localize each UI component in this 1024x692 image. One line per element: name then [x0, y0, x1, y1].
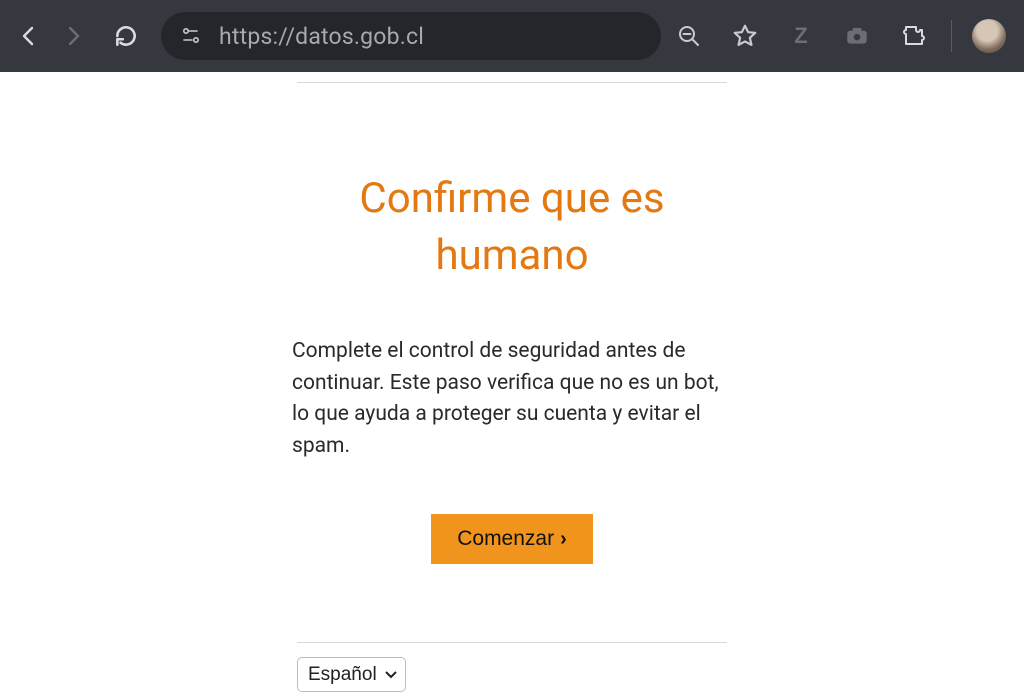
divider-bottom: [297, 642, 727, 643]
extension-z-icon[interactable]: Z: [783, 18, 819, 54]
browser-toolbar: https://datos.gob.cl Z: [0, 0, 1024, 72]
profile-avatar[interactable]: [972, 19, 1006, 53]
url-text: https://datos.gob.cl: [219, 23, 424, 50]
language-select[interactable]: Español: [297, 657, 406, 692]
reload-button[interactable]: [109, 18, 143, 54]
page-headline: Confirme que es humano: [282, 171, 742, 284]
back-button[interactable]: [12, 18, 46, 54]
extension-camera-icon[interactable]: [839, 18, 875, 54]
begin-button[interactable]: Comenzar ›: [431, 514, 593, 564]
forward-button[interactable]: [56, 18, 90, 54]
bookmark-star-icon[interactable]: [727, 18, 763, 54]
begin-button-label: Comenzar: [457, 527, 554, 551]
divider-top: [297, 82, 727, 83]
page-content: Confirme que es humano Complete el contr…: [0, 72, 1024, 692]
address-bar[interactable]: https://datos.gob.cl: [161, 12, 661, 60]
site-settings-icon[interactable]: [179, 23, 205, 49]
toolbar-separator: [951, 20, 952, 52]
extensions-puzzle-icon[interactable]: [895, 18, 931, 54]
chevron-right-icon: ›: [560, 528, 567, 551]
page-description: Complete el control de seguridad antes d…: [292, 336, 732, 462]
zoom-icon[interactable]: [671, 18, 707, 54]
